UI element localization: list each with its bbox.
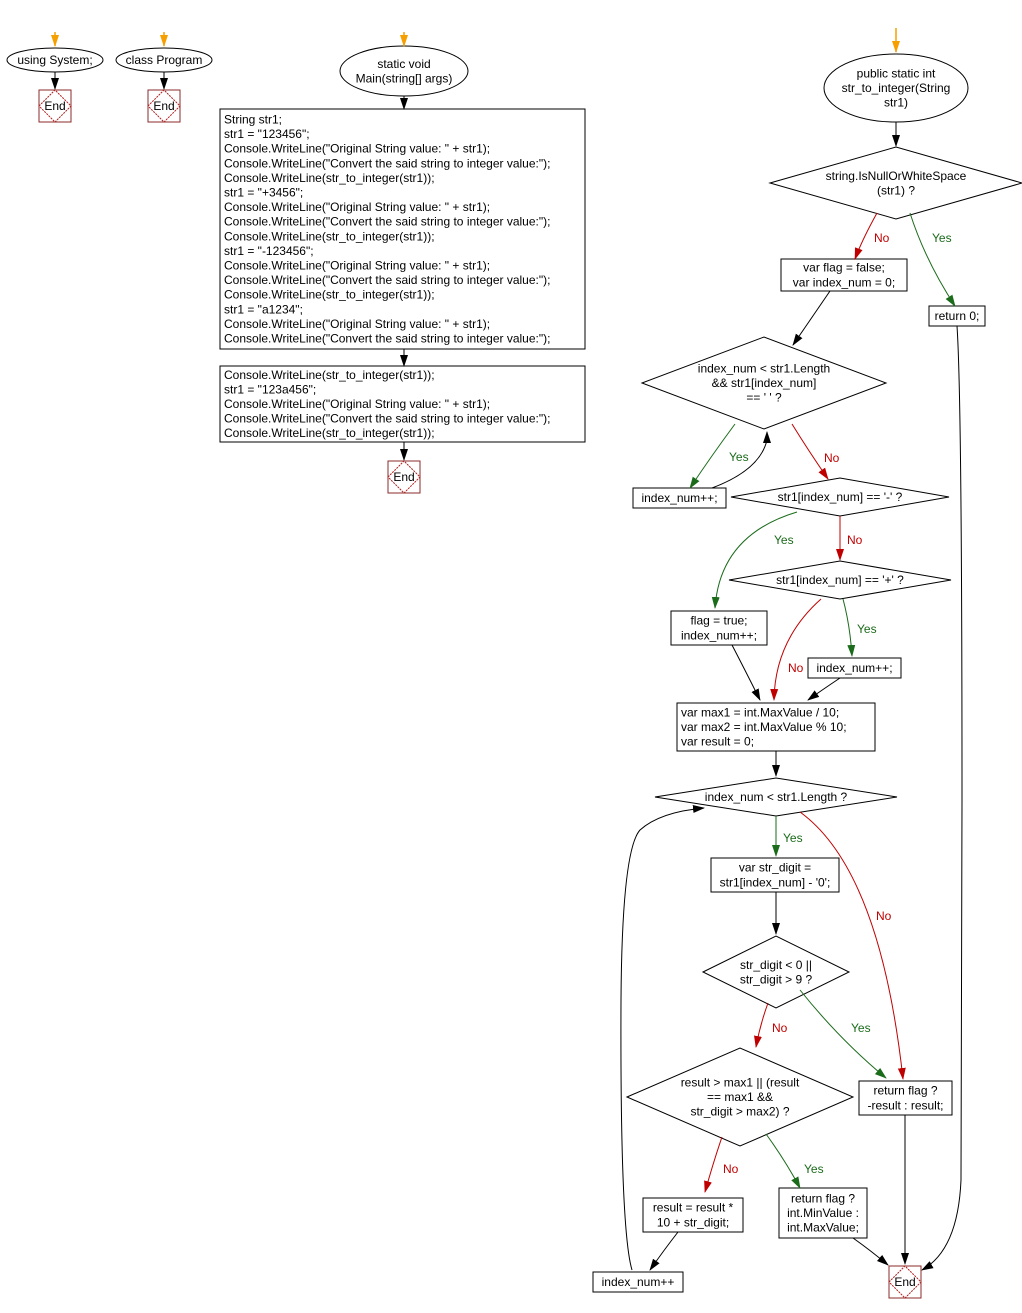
cond-digit-decision-line: str_digit < 0 ||: [740, 958, 812, 972]
main-code-block-1-line: Console.WriteLine("Original String value…: [224, 142, 490, 156]
edge-no-arrow: [799, 811, 906, 1080]
main-code-block-1-line: Console.WriteLine("Convert the said stri…: [224, 215, 550, 229]
accumulate-node-line: 10 + str_digit;: [657, 1215, 729, 1229]
yes-label: Yes: [804, 1162, 824, 1176]
cond-loop-decision-line: index_num < str1.Length ?: [705, 790, 848, 804]
cond-plus-decision-line: str1[index_num] == '+' ?: [776, 573, 904, 587]
edge-arrow: [807, 677, 841, 701]
main-end-node-label: End: [393, 470, 414, 484]
edge-yes-arrow: [711, 511, 798, 609]
accumulate-node-line: result = result *: [653, 1201, 734, 1215]
main-code-block-1-line: str1 = "a1234";: [224, 302, 303, 316]
edge-arrow: [792, 290, 831, 346]
func-start-node-label-line: str1): [884, 96, 908, 110]
main-code-block-1-line: Console.WriteLine("Original String value…: [224, 317, 490, 331]
cond-digit-decision-line: str_digit > 9 ?: [740, 972, 813, 986]
yes-label: Yes: [729, 450, 749, 464]
return-limit-node-line: return flag ?: [791, 1191, 855, 1205]
no-label: No: [772, 1021, 788, 1035]
edge-arrow: [852, 1237, 889, 1266]
edge-yes-arrow: [909, 212, 956, 307]
main-code-block-1-line: str1 = "-123456";: [224, 244, 314, 258]
main-code-block-1-line: Console.WriteLine("Original String value…: [224, 200, 490, 214]
edge-yes-arrow: [765, 1133, 801, 1189]
main-code-block-2-line: Console.WriteLine("Original String value…: [224, 397, 490, 411]
init-max-node-line: var result = 0;: [681, 735, 754, 749]
no-label: No: [874, 231, 890, 245]
cond-overflow-decision-line: result > max1 || (result: [681, 1076, 800, 1090]
cond-null-decision-line: (str1) ?: [877, 183, 915, 197]
return-limit-node-line: int.MinValue :: [787, 1206, 859, 1220]
main-code-block-1-line: Console.WriteLine("Original String value…: [224, 259, 490, 273]
edge-yes-arrow: [799, 989, 887, 1079]
main-start-node-label-line: static void: [377, 57, 430, 71]
edge-arrow: [731, 644, 761, 701]
edge-no-arrow: [791, 423, 829, 480]
edge-yes-arrow: [842, 598, 856, 657]
return-result-node-line: return flag ?: [873, 1084, 937, 1098]
main-code-block-2-line: str1 = "123a456";: [224, 382, 316, 396]
yes-label: Yes: [857, 622, 877, 636]
class-end-node-label: End: [153, 99, 174, 113]
edge-no-arrow: [770, 598, 822, 701]
init-vars-node-line: var flag = false;: [803, 261, 885, 275]
cond-minus-decision-line: str1[index_num] == '-' ?: [778, 490, 903, 504]
main-code-block-1-line: Console.WriteLine(str_to_integer(str1));: [224, 171, 435, 185]
edge-arrow: [921, 325, 963, 1271]
cond-space-decision-line: == ' ' ?: [746, 391, 782, 405]
init-vars-node-line: var index_num = 0;: [793, 275, 895, 289]
cond-space-decision-line: index_num < str1.Length: [698, 362, 830, 376]
main-code-block-1-line: Console.WriteLine(str_to_integer(str1));: [224, 229, 435, 243]
set-flag-node-line: flag = true;: [690, 614, 747, 628]
no-label: No: [876, 909, 892, 923]
main-code-block-1-line: Console.WriteLine("Convert the said stri…: [224, 156, 550, 170]
edge-no-arrow: [704, 1136, 723, 1193]
set-flag-node-line: index_num++;: [681, 628, 757, 642]
inc-loop-node-line: index_num++: [602, 1275, 675, 1289]
main-code-block-2-line: Console.WriteLine(str_to_integer(str1));: [224, 426, 435, 440]
yes-label: Yes: [932, 231, 952, 245]
cond-overflow-decision-line: == max1 &&: [707, 1090, 773, 1104]
inc-plus-node-line: index_num++;: [816, 661, 892, 675]
return-limit-node-line: int.MaxValue;: [787, 1221, 859, 1235]
digit-node-line: var str_digit =: [739, 861, 811, 875]
inc-space-node-line: index_num++;: [641, 491, 717, 505]
main-code-block-1-line: str1 = "123456";: [224, 127, 310, 141]
main-code-block-1-line: Console.WriteLine(str_to_integer(str1));: [224, 288, 435, 302]
no-label: No: [788, 661, 804, 675]
using-end-node-label: End: [44, 99, 65, 113]
cond-space-decision-line: && str1[index_num]: [712, 376, 817, 390]
main-start-node-label-line: Main(string[] args): [356, 71, 453, 85]
using-system-node-label: using System;: [17, 53, 92, 67]
digit-node-line: str1[index_num] - '0';: [720, 875, 831, 889]
yes-label: Yes: [783, 831, 803, 845]
main-code-block-1-line: Console.WriteLine("Convert the said stri…: [224, 332, 550, 346]
func-end-node-label: End: [894, 1275, 915, 1289]
func-start-node-label-line: public static int: [857, 67, 936, 81]
class-program-node-label: class Program: [126, 53, 203, 67]
main-code-block-1-line: String str1;: [224, 113, 282, 127]
main-code-block-2-line: Console.WriteLine(str_to_integer(str1));: [224, 368, 435, 382]
init-max-node-line: var max2 = int.MaxValue % 10;: [681, 720, 847, 734]
main-code-block-1-line: str1 = "+3456";: [224, 186, 303, 200]
flowchart-canvas: using System; End class Program End static v…: [6, 28, 1022, 1299]
no-label: No: [723, 1162, 739, 1176]
no-label: No: [847, 533, 863, 547]
no-label: No: [824, 451, 840, 465]
cond-null-decision-line: string.IsNullOrWhiteSpace: [826, 169, 967, 183]
init-max-node-line: var max1 = int.MaxValue / 10;: [681, 705, 839, 719]
cond-overflow-decision-line: str_digit > max2) ?: [690, 1105, 789, 1119]
edge-no-arrow: [754, 1002, 769, 1048]
func-start-node-label-line: str_to_integer(String: [842, 81, 951, 95]
return-zero-node-line: return 0;: [935, 309, 980, 323]
yes-label: Yes: [774, 533, 794, 547]
main-code-block-2-line: Console.WriteLine("Convert the said stri…: [224, 412, 550, 426]
yes-label: Yes: [851, 1021, 871, 1035]
return-result-node-line: -result : result;: [867, 1098, 943, 1112]
main-code-block-1-line: Console.WriteLine("Convert the said stri…: [224, 273, 550, 287]
edge-arrow: [649, 1231, 679, 1271]
